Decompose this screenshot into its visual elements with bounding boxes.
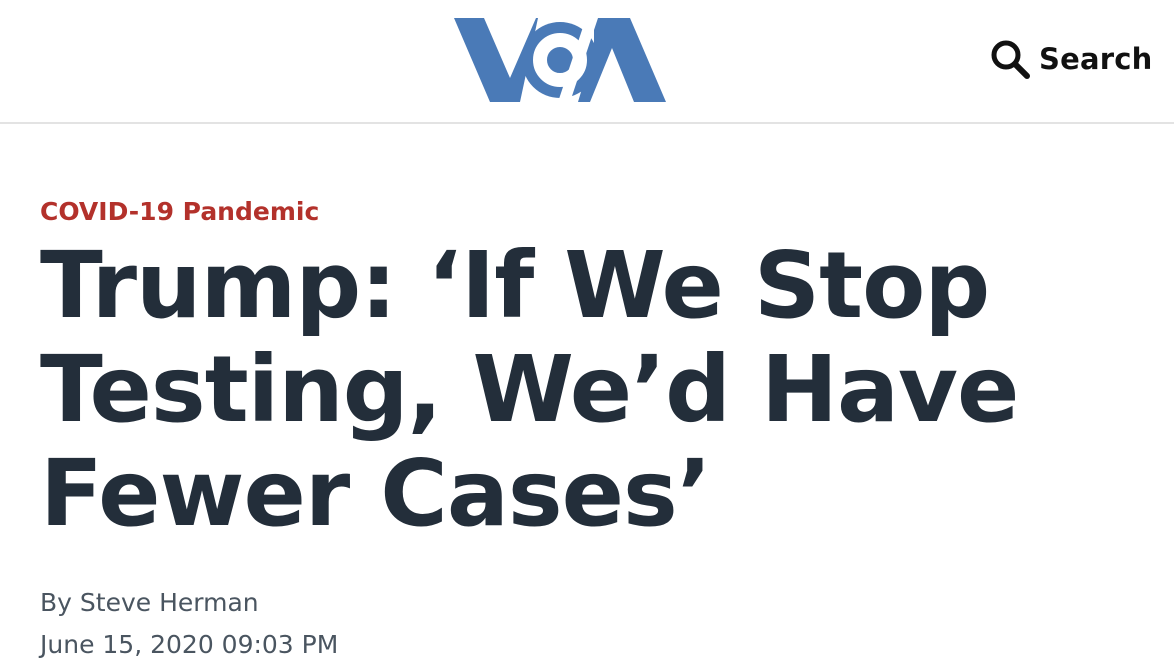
author-link[interactable]: Steve Herman: [80, 588, 259, 617]
category-link[interactable]: COVID-19 Pandemic: [40, 190, 319, 234]
publish-date: June 15, 2020 09:03 PM: [40, 630, 339, 659]
headline-line: Trump: ‘If We Stop: [40, 232, 990, 339]
voa-logo-icon: [454, 18, 666, 102]
article-header: COVID-19 Pandemic Trump: ‘If We Stop Tes…: [40, 190, 1150, 666]
site-header: Search: [0, 0, 1174, 124]
headline-line: Testing, We’d Have: [40, 336, 1019, 443]
search-icon: [990, 39, 1030, 79]
voa-logo[interactable]: [454, 18, 666, 102]
byline-prefix: By: [40, 588, 72, 617]
byline: By Steve Herman: [40, 582, 1150, 624]
article-headline: Trump: ‘If We Stop Testing, We’d Have Fe…: [40, 234, 1150, 546]
search-button[interactable]: Search: [990, 38, 1152, 80]
search-label: Search: [1039, 42, 1153, 76]
headline-line: Fewer Cases’: [40, 440, 712, 547]
